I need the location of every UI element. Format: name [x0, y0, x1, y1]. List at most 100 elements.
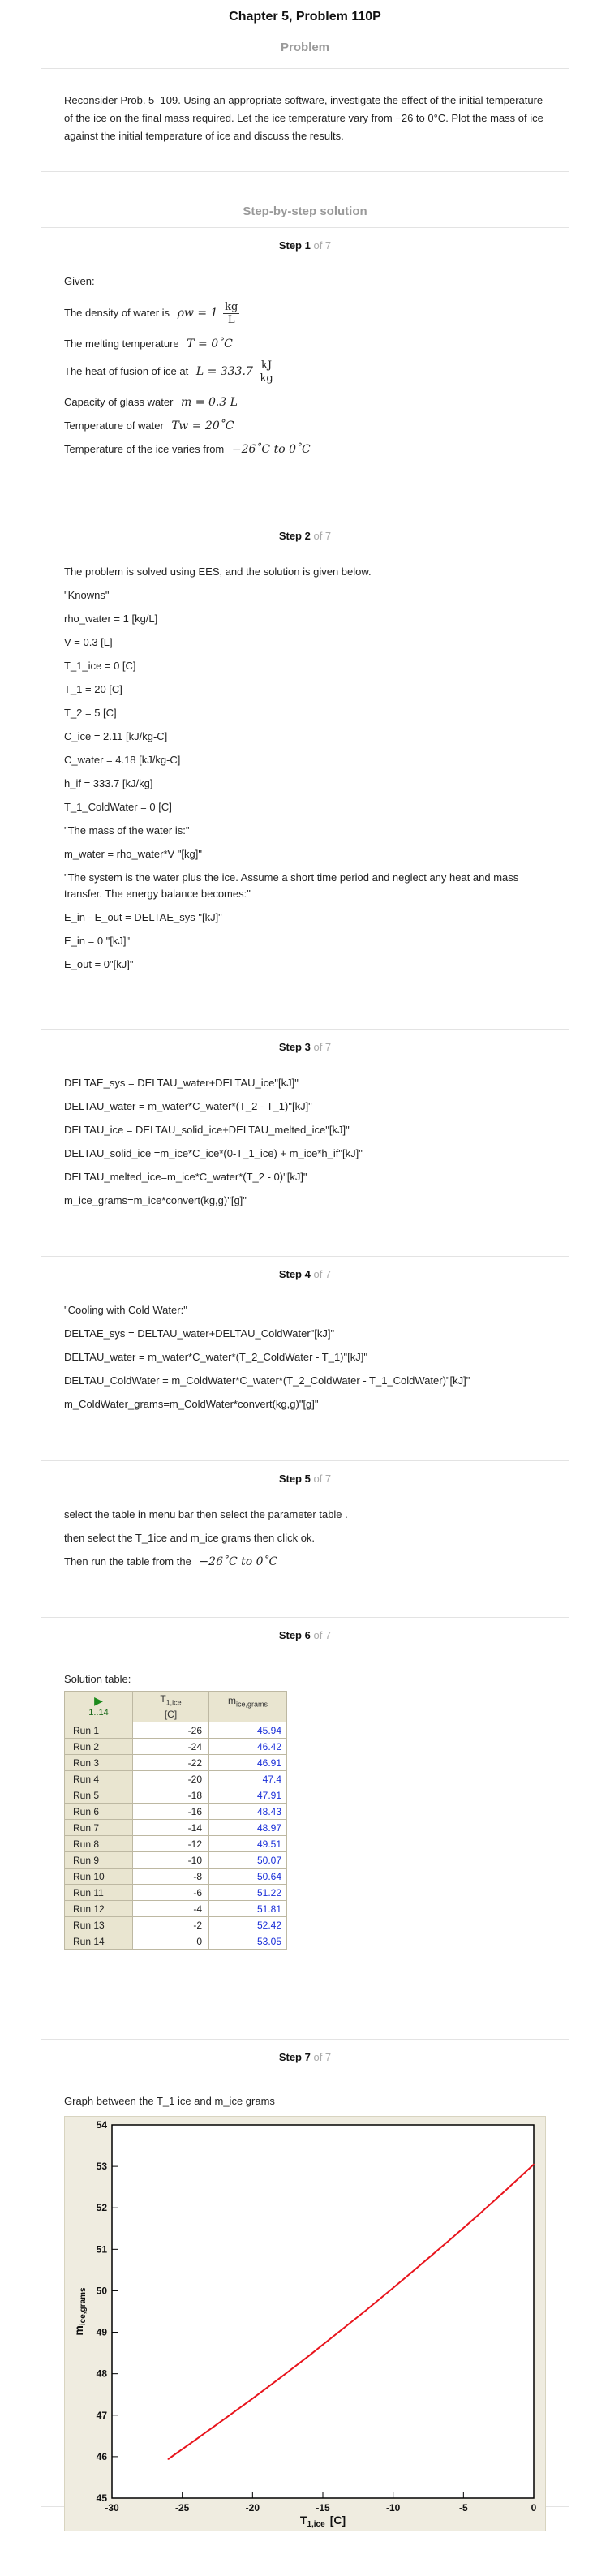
water-temp-math: Tw = 20˚C — [171, 419, 234, 432]
x-axis-label-sub: 1,ice — [307, 2520, 325, 2529]
mice-cell: 48.43 — [208, 1803, 287, 1820]
table-row: Run 13 -2 52.42 — [64, 1916, 287, 1933]
fusion-fraction: kJ kg — [258, 359, 275, 385]
y-tick-label: 46 — [97, 2451, 108, 2462]
t1ice-cell: -22 — [132, 1754, 209, 1771]
fusion-line: The heat of fusion of ice at L = 333.7 k… — [64, 359, 546, 385]
code-line: DELTAU_water = m_water*C_water*(T_2 - T_… — [64, 1100, 312, 1112]
code-line: rho_water = 1 [kg/L] — [64, 613, 158, 625]
code-line: T_1_ColdWater = 0 [C] — [64, 801, 172, 813]
y-tick-label: 48 — [97, 2368, 108, 2380]
table-row: Run 12 -4 51.81 — [64, 1900, 287, 1917]
chart-caption: Graph between the T_1 ice and m_ice gram… — [64, 2095, 275, 2107]
table-row: Run 5 -18 47.91 — [64, 1787, 287, 1804]
step-label: Step 6 — [278, 1629, 311, 1641]
t1ice-cell: -20 — [132, 1770, 209, 1787]
code-line: m_ColdWater_grams=m_ColdWater*convert(kg… — [64, 1398, 319, 1410]
y-tick-label: 54 — [97, 2119, 108, 2131]
instruction-line: then select the T_1ice and m_ice grams t… — [64, 1532, 316, 1544]
density-numerator: kg — [223, 301, 240, 314]
table-row: Run 6 -16 48.43 — [64, 1803, 287, 1820]
y-tick-label: 47 — [97, 2410, 108, 2421]
data-point — [449, 2239, 450, 2241]
table-body: Run 1 -26 45.94 Run 2 -24 46.42 Run 3 -22 46.9… — [64, 1722, 287, 1950]
plot-area — [111, 2124, 535, 2499]
col1-main: T — [160, 1693, 166, 1705]
fusion-lhs: L = 333.7 — [195, 364, 253, 378]
step-count: of 7 — [313, 1473, 332, 1485]
step-2: Step 2 of 7 The problem is solved using … — [41, 518, 569, 1030]
step-count: of 7 — [313, 1629, 332, 1641]
y-tick-label: 45 — [97, 2492, 108, 2504]
data-point — [195, 2438, 197, 2441]
melting-line: The melting temperature T = 0˚C — [64, 336, 546, 352]
step-3: Step 3 of 7 DELTAE_sys = DELTAU_water+DE… — [41, 1030, 569, 1257]
data-point — [307, 2355, 310, 2357]
row-label: Run 1 — [64, 1722, 133, 1739]
row-label: Run 11 — [64, 1884, 133, 1901]
x-axis-label-unit: [C] — [330, 2514, 346, 2527]
fusion-text: The heat of fusion of ice at — [64, 364, 189, 377]
x-tick-label: 0 — [531, 2502, 537, 2514]
t1ice-cell: 0 — [132, 1933, 209, 1950]
table-corner[interactable]: ▶ 1..14 — [64, 1691, 133, 1722]
t1ice-cell: -26 — [132, 1722, 209, 1739]
step-header: Step 6 of 7 — [64, 1618, 546, 1663]
capacity-line: Capacity of glass water m = 0.3 L — [64, 394, 546, 411]
table-row: Run 9 -10 50.07 — [64, 1851, 287, 1869]
data-point — [505, 2189, 507, 2191]
steps-card: Step 1 of 7 Given: The density of water … — [41, 227, 569, 2531]
col2-sub: ice,grams — [235, 1700, 268, 1709]
step-count: of 7 — [313, 2051, 332, 2063]
y-tick-label: 50 — [97, 2285, 108, 2296]
code-line: V = 0.3 [L] — [64, 636, 113, 648]
table-row: Run 2 -24 46.42 — [64, 1738, 287, 1755]
solution-heading: Step-by-step solution — [243, 204, 367, 218]
code-line: C_water = 4.18 [kJ/kg-C] — [64, 754, 181, 766]
row-label: Run 10 — [64, 1868, 133, 1885]
row-label: Run 7 — [64, 1819, 133, 1836]
t1ice-cell: -6 — [132, 1884, 209, 1901]
col1-sub: 1,ice — [165, 1698, 182, 1707]
code-line: "The system is the water plus the ice. A… — [64, 871, 519, 900]
table-row: Run 3 -22 46.91 — [64, 1754, 287, 1771]
run-range: 1..14 — [88, 1708, 109, 1718]
x-tick-label: -30 — [105, 2502, 119, 2514]
x-tick-label: -15 — [316, 2502, 330, 2514]
y-axis-label: mice,grams — [72, 2287, 88, 2336]
step-label: Step 1 — [278, 239, 311, 252]
column-header-t1ice: T1,ice [C] — [132, 1691, 209, 1722]
data-point — [533, 2163, 535, 2165]
step-header: Step 4 of 7 — [64, 1257, 546, 1302]
step-header: Step 1 of 7 — [64, 228, 546, 273]
table-caption: Solution table: — [64, 1673, 131, 1685]
step-header: Step 3 of 7 — [64, 1030, 546, 1075]
mice-cell: 47.4 — [208, 1770, 287, 1787]
table-row: Run 14 0 53.05 — [64, 1933, 287, 1950]
chart-container: -30 -25 -20 -15 -10 -5 0 45 46 47 48 49 50 51 52 53 54 … — [64, 2116, 546, 2531]
ice-temp-math: −26˚C to 0˚C — [231, 443, 311, 456]
x-tick-label: -25 — [175, 2502, 190, 2514]
step-header: Step 5 of 7 — [64, 1461, 546, 1507]
step-6: Step 6 of 7 Solution table: ▶ 1..14 T1,i… — [41, 1618, 569, 2040]
run-arrow-icon[interactable]: ▶ — [65, 1695, 132, 1706]
step-5: Step 5 of 7 select the table in menu bar… — [41, 1461, 569, 1618]
table-row: Run 1 -26 45.94 — [64, 1722, 287, 1739]
density-lhs: ρw = 1 — [177, 306, 218, 320]
row-label: Run 6 — [64, 1803, 133, 1820]
instruction-line: select the table in menu bar then select… — [64, 1508, 348, 1520]
t1ice-cell: -24 — [132, 1738, 209, 1755]
code-line: DELTAU_water = m_water*C_water*(T_2_Cold… — [64, 1351, 367, 1363]
range-math: −26˚C to 0˚C — [199, 1555, 278, 1568]
step-7: Step 7 of 7 Graph between the T_1 ice an… — [41, 2040, 569, 2531]
density-line: The density of water is ρw = 1 kg L — [64, 301, 546, 326]
row-label: Run 8 — [64, 1835, 133, 1852]
instruction-line: Then run the table from the −26˚C to 0˚C — [64, 1554, 546, 1570]
col2-main: m — [227, 1695, 236, 1706]
ice-temp-line: Temperature of the ice varies from −26˚C… — [64, 441, 546, 458]
density-text: The density of water is — [64, 306, 170, 319]
data-point — [364, 2310, 366, 2312]
t1ice-cell: -8 — [132, 1868, 209, 1885]
melting-math: T = 0˚C — [187, 338, 233, 350]
problem-card: Reconsider Prob. 5–109. Using an appropr… — [41, 68, 569, 172]
